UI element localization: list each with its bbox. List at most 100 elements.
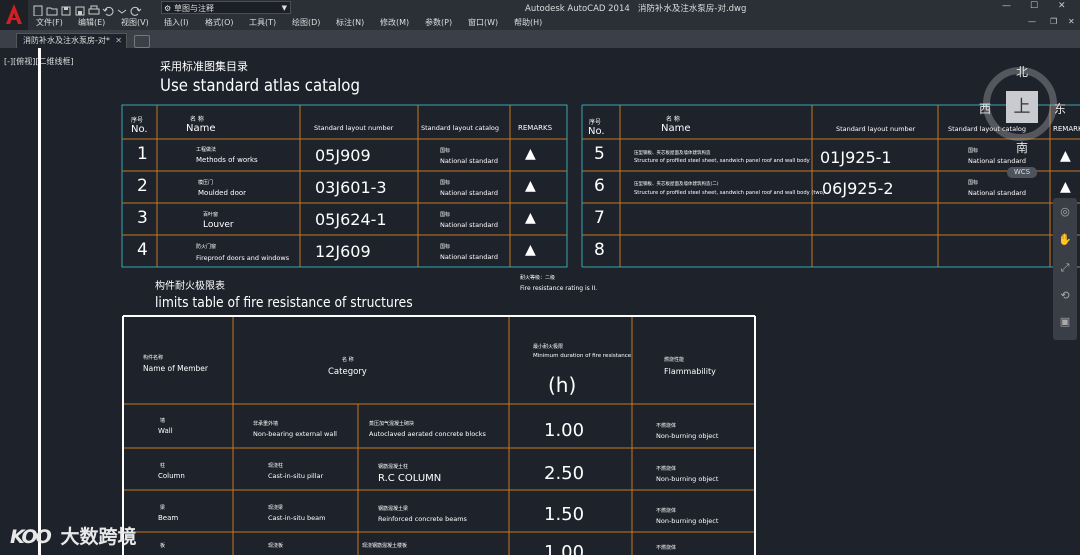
header-name-cn: 名 称 [666,116,680,123]
wcs-menu[interactable]: WCS [1007,167,1037,178]
fire-header-category-en: Category [328,367,367,377]
row-layout-number: 01J925-1 [820,148,892,167]
sub-category-cn: 现浇梁 [268,505,284,511]
header-no-en: No. [131,124,148,135]
doc-restore-icon[interactable]: ❐ [1050,17,1057,26]
row-number: 1 [137,144,148,164]
row-name-en: Structure of profiled steel sheet, sandw… [634,190,825,196]
file-tab[interactable]: 消防补水及注水泵房-对* ✕ [16,33,127,48]
drawing-canvas[interactable]: [-][俯视][二维线框] [0,48,1080,555]
member-en: Wall [158,427,173,435]
catalog-title-cn: 采用标准图集目录 [160,60,248,73]
menu-edit[interactable]: 编辑(E) [78,17,105,28]
material-en: Autoclaved aerated concrete blocks [369,430,486,438]
row-name-cn: 压型钢板、夹芯板屋面及墙体建筑构造 [634,151,711,156]
row-name-cn: 模压门 [198,180,214,186]
workspace-select[interactable]: ⚙ 草图与注释 ▼ [161,1,291,14]
member-cn: 板 [160,543,166,549]
save-as-icon[interactable] [74,2,86,16]
member-cn: 柱 [160,463,166,469]
fire-header-category-cn: 名 称 [342,357,354,363]
save-icon[interactable] [60,2,72,16]
new-file-icon[interactable] [32,2,44,17]
close-icon[interactable]: ✕ [1058,1,1066,11]
menu-format[interactable]: 格式(O) [205,17,234,28]
maximize-icon[interactable]: ☐ [1030,1,1038,11]
menu-insert[interactable]: 插入(I) [164,17,189,28]
member-cn: 梁 [160,505,166,511]
menu-view[interactable]: 视图(V) [121,17,149,28]
dropdown-arrow-icon[interactable] [116,2,128,14]
header-layout-number: Standard layout number [314,124,394,132]
fire-header-duration-en: Minimum duration of fire resistance [533,353,632,359]
row-layout-number: 05J624-1 [315,210,387,229]
row-name-en: Methods of works [196,156,258,164]
print-icon[interactable] [88,2,100,15]
fire-header-duration-cn: 最小耐火极限 [533,344,564,350]
menu-draw[interactable]: 绘图(D) [292,17,320,28]
redo-icon[interactable] [130,2,142,16]
row-layout-number: 03J601-3 [315,178,387,197]
compass-south[interactable]: 南 [1016,139,1028,156]
row-layout-number: 06J925-2 [822,179,894,198]
fire-hours: 1.00 [544,420,585,441]
undo-icon[interactable] [102,2,114,16]
close-icon[interactable]: ✕ [115,34,122,48]
remark-triangle-icon: ▲ [1060,179,1071,195]
zoom-icon[interactable]: ⤢ [1057,260,1073,276]
new-tab-button[interactable] [134,35,150,48]
doc-close-icon[interactable]: ✕ [1068,17,1075,26]
file-tab-label: 消防补水及注水泵房-对* [23,36,110,45]
menu-modify[interactable]: 修改(M) [380,17,409,28]
compass-north[interactable]: 北 [1016,63,1028,80]
material-cn: 钢筋混凝土梁 [378,506,409,512]
menu-tools[interactable]: 工具(T) [249,17,276,28]
row-catalog-cn: 国标 [440,148,451,154]
compass-east[interactable]: 东 [1054,100,1066,117]
menu-dimension[interactable]: 标注(N) [336,17,364,28]
orbit-icon[interactable]: ⟲ [1057,288,1073,304]
menu-help[interactable]: 帮助(H) [514,17,542,28]
row-name-en: Louver [203,220,234,230]
showmotion-icon[interactable]: ▣ [1057,314,1073,330]
watermark: KOO 大数跨境 [10,522,136,549]
remark-triangle-icon: ▲ [525,242,536,258]
app-name: Autodesk AutoCAD 2014 [525,4,630,14]
sub-category-cn: 现浇柱 [268,463,284,469]
file-tab-bar: 消防补水及注水泵房-对* ✕ [0,30,1080,48]
sub-category-en: Cast-in-situ beam [268,514,326,522]
row-number: 7 [594,208,605,228]
autocad-logo-icon [6,4,22,24]
material-cn: 现浇钢筋混凝土楼板 [362,543,408,549]
viewcube-top-face[interactable]: 上 [1006,91,1038,123]
row-number: 5 [594,144,605,164]
open-file-icon[interactable] [46,2,58,16]
header-no-cn: 序号 [131,117,144,124]
row-catalog-en: National standard [440,221,498,229]
chevron-down-icon: ▼ [281,4,287,12]
header-remarks: REMARKS [518,124,553,132]
row-catalog-cn: 国标 [968,148,979,154]
menu-window[interactable]: 窗口(W) [468,17,498,28]
pan-icon[interactable]: ✋ [1057,232,1073,248]
material-en: Reinforced concrete beams [378,515,467,523]
window-title: Autodesk AutoCAD 2014 消防补水及注水泵房-对.dwg [525,2,746,14]
app-menu-button[interactable] [0,0,28,30]
row-catalog-cn: 国标 [440,212,451,218]
menu-file[interactable]: 文件(F) [36,17,63,28]
row-name-en: Moulded door [198,189,247,197]
workspace-label: 草图与注释 [174,4,214,13]
row-catalog-en: National standard [440,189,498,197]
fire-header-flammability-cn: 燃烧性能 [664,357,685,363]
row-catalog-cn: 国标 [968,180,979,186]
menu-parametric[interactable]: 参数(P) [425,17,452,28]
flammability-en: Non-burning object [656,517,719,525]
compass-west[interactable]: 西 [979,100,991,117]
steering-wheel-icon[interactable]: ◎ [1057,204,1073,220]
row-name-cn: 工程做法 [196,147,217,153]
minimize-icon[interactable]: — [1002,1,1011,11]
doc-minimize-icon[interactable]: — [1028,17,1036,26]
header-name-en: Name [661,123,691,134]
fire-rating-cn: 耐火等级：二级 [520,275,556,281]
row-catalog-en: National standard [440,157,498,165]
